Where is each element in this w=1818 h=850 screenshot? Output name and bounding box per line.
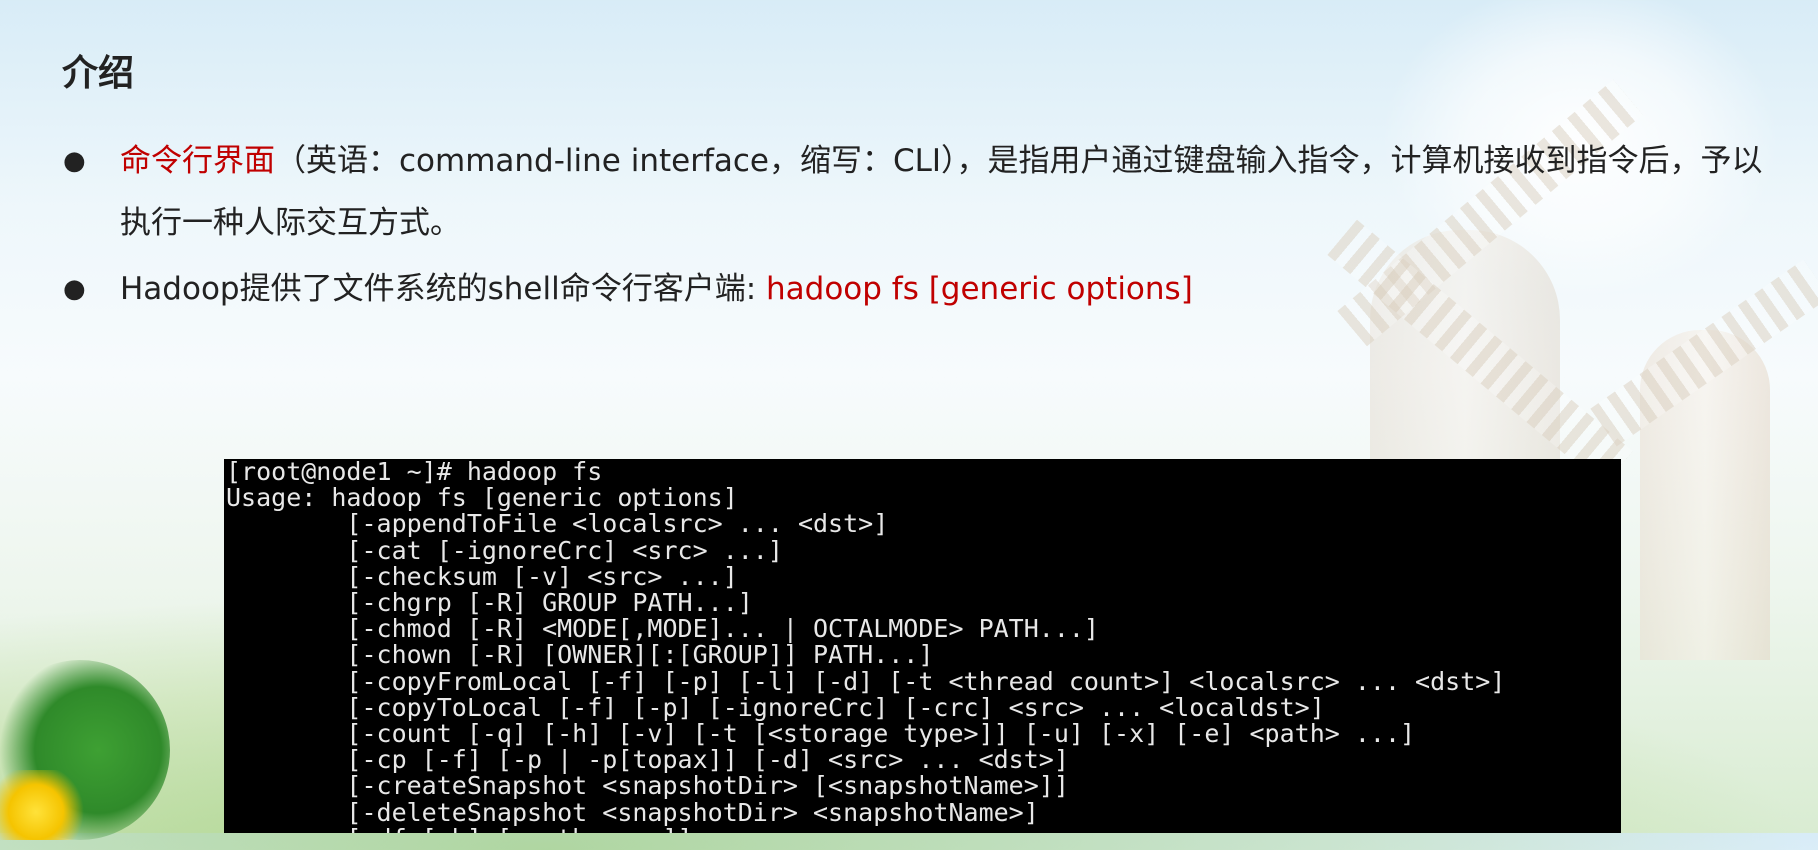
terminal-line: [-copyFromLocal [-f] [-p] [-l] [-d] [-t … (226, 666, 1506, 696)
windmill-tower-small (1640, 330, 1770, 660)
bullet-dot-icon: ● (63, 274, 86, 304)
terminal-line: [-df [-h] [<path> ...]] (226, 825, 1621, 833)
bullet-item-cli: ● 命令行界面（英语：command-line interface，缩写：CLI… (60, 130, 1780, 254)
terminal-line: [-chown [-R] [OWNER][:[GROUP]] PATH...] (226, 640, 934, 670)
terminal-line: [-cat [-ignoreCrc] <src> ...] (226, 535, 783, 565)
bullet-text: Hadoop提供了文件系统的shell命令行客户端: (120, 271, 766, 307)
terminal-line: [-createSnapshot <snapshotDir> [<snapsho… (226, 771, 1069, 801)
bullet-list: ● 命令行界面（英语：command-line interface，缩写：CLI… (60, 130, 1780, 320)
terminal-line: Usage: hadoop fs [generic options] (226, 483, 738, 513)
terminal-line: [-checksum [-v] <src> ...] (226, 561, 738, 591)
bullet-dot-icon: ● (63, 146, 86, 176)
terminal-screenshot: [root@node1 ~]# hadoop fs Usage: hadoop f… (224, 459, 1621, 833)
terminal-line: [-count [-q] [-h] [-v] [-t [<storage typ… (226, 719, 1416, 749)
terminal-line: [root@node1 ~]# hadoop fs (226, 459, 603, 486)
bullet-highlight: 命令行界面 (120, 143, 275, 179)
terminal-line: [-cp [-f] [-p | -p[topax]] [-d] <src> ..… (226, 745, 1069, 775)
terminal-line: [-chgrp [-R] GROUP PATH...] (226, 588, 753, 618)
slide-title: 介绍 (62, 53, 135, 94)
terminal-line: [-appendToFile <localsrc> ... <dst>] (226, 509, 889, 539)
bullet-item-hadoop: ● Hadoop提供了文件系统的shell命令行客户端: hadoop fs [… (60, 258, 1780, 320)
terminal-line: [-deleteSnapshot <snapshotDir> <snapshot… (226, 797, 1039, 827)
bullet-highlight: hadoop fs [generic options] (766, 271, 1193, 307)
terminal-line: [-copyToLocal [-f] [-p] [-ignoreCrc] [-c… (226, 692, 1325, 722)
flower-decoration (0, 770, 90, 840)
bullet-text: （英语：command-line interface，缩写：CLI），是指用户通… (120, 143, 1763, 241)
clover-decoration (0, 660, 170, 840)
terminal-line: [-chmod [-R] <MODE[,MODE]... | OCTALMODE… (226, 614, 1099, 644)
